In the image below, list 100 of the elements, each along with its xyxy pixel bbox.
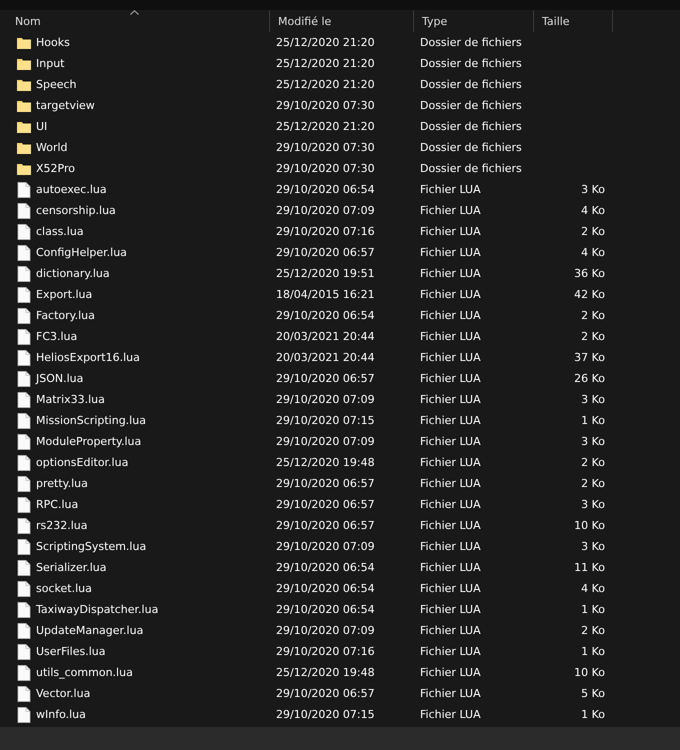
file-type: Dossier de fichiers (420, 120, 522, 133)
modified-date: 29/10/2020 06:57 (276, 477, 375, 490)
file-name[interactable]: UI (36, 120, 48, 133)
file-size: 1 Ko (581, 414, 605, 427)
file-type: Dossier de fichiers (420, 99, 522, 112)
file-name[interactable]: ModuleProperty.lua (36, 435, 142, 448)
file-name[interactable]: wInfo.lua (36, 708, 86, 721)
file-name[interactable]: Serializer.lua (36, 561, 107, 574)
column-header[interactable]: Type (414, 10, 534, 32)
file-name[interactable]: TaxiwayDispatcher.lua (36, 603, 158, 616)
file-type: Fichier LUA (420, 561, 481, 574)
file-icon (17, 202, 31, 218)
modified-date: 29/10/2020 07:15 (276, 708, 375, 721)
file-name[interactable]: ConfigHelper.lua (36, 246, 127, 259)
file-icon (17, 182, 31, 198)
file-type: Fichier LUA (420, 540, 481, 553)
file-name[interactable]: Factory.lua (36, 309, 95, 322)
file-size: 1 Ko (581, 603, 605, 616)
file-type: Fichier LUA (420, 309, 481, 322)
file-icon (17, 538, 31, 554)
file-name[interactable]: World (36, 141, 68, 154)
modified-date: 29/10/2020 07:09 (276, 204, 375, 217)
modified-date: 29/10/2020 07:09 (276, 393, 375, 406)
file-name[interactable]: dictionary.lua (36, 267, 110, 280)
file-name[interactable]: JSON.lua (36, 372, 84, 385)
file-name[interactable]: Matrix33.lua (36, 393, 105, 406)
modified-date: 29/10/2020 06:57 (276, 519, 375, 532)
file-type: Fichier LUA (420, 414, 481, 427)
column-header[interactable]: Nom (0, 10, 270, 32)
column-header[interactable]: Taille (534, 10, 613, 32)
modified-date: 29/10/2020 07:30 (276, 141, 375, 154)
file-size: 10 Ko (574, 519, 605, 532)
file-name[interactable]: UpdateManager.lua (36, 624, 144, 637)
column-header[interactable]: Modifié le (270, 10, 414, 32)
file-name[interactable]: MissionScripting.lua (36, 414, 146, 427)
file-size: 4 Ko (581, 582, 605, 595)
file-icon (17, 496, 31, 512)
file-name[interactable]: HeliosExport16.lua (36, 351, 140, 364)
file-name[interactable]: FC3.lua (36, 330, 78, 343)
file-icon (17, 560, 31, 576)
modified-date: 29/10/2020 06:57 (276, 498, 375, 511)
file-icon (17, 434, 31, 450)
file-name[interactable]: class.lua (36, 225, 84, 238)
file-type: Fichier LUA (420, 288, 481, 301)
file-type: Fichier LUA (420, 225, 481, 238)
file-size: 10 Ko (574, 666, 605, 679)
modified-date: 25/12/2020 21:20 (276, 36, 375, 49)
file-size: 1 Ko (581, 708, 605, 721)
file-name[interactable]: autoexec.lua (36, 183, 107, 196)
file-size: 2 Ko (581, 309, 605, 322)
file-size: 4 Ko (581, 246, 605, 259)
file-name[interactable]: censorship.lua (36, 204, 116, 217)
file-icon (17, 244, 31, 260)
file-type: Dossier de fichiers (420, 141, 522, 154)
modified-date: 29/10/2020 07:16 (276, 645, 375, 658)
file-name[interactable]: pretty.lua (36, 477, 88, 490)
file-size: 5 Ko (581, 687, 605, 700)
file-icon (17, 580, 31, 596)
file-size: 2 Ko (581, 456, 605, 469)
file-name[interactable]: rs232.lua (36, 519, 88, 532)
file-name[interactable]: Speech (36, 78, 77, 91)
modified-date: 29/10/2020 06:54 (276, 582, 375, 595)
file-type: Fichier LUA (420, 267, 481, 280)
modified-date: 29/10/2020 07:15 (276, 414, 375, 427)
modified-date: 29/10/2020 06:54 (276, 183, 375, 196)
file-name[interactable]: targetview (36, 99, 95, 112)
file-name[interactable]: optionsEditor.lua (36, 456, 128, 469)
modified-date: 29/10/2020 06:54 (276, 561, 375, 574)
modified-date: 29/10/2020 07:09 (276, 540, 375, 553)
file-name[interactable]: Export.lua (36, 288, 92, 301)
file-type: Fichier LUA (420, 477, 481, 490)
file-name[interactable]: socket.lua (36, 582, 92, 595)
modified-date: 29/10/2020 07:30 (276, 99, 375, 112)
file-type: Fichier LUA (420, 582, 481, 595)
file-name[interactable]: utils_common.lua (36, 666, 133, 679)
file-icon (17, 518, 31, 534)
file-name[interactable]: Input (36, 57, 64, 70)
file-icon (17, 286, 31, 302)
file-name[interactable]: X52Pro (36, 162, 75, 175)
file-icon (17, 328, 31, 344)
file-name[interactable]: Vector.lua (36, 687, 90, 700)
file-size: 4 Ko (581, 204, 605, 217)
file-name[interactable]: Hooks (36, 36, 70, 49)
modified-date: 20/03/2021 20:44 (276, 330, 375, 343)
file-type: Fichier LUA (420, 330, 481, 343)
file-name[interactable]: UserFiles.lua (36, 645, 106, 658)
modified-date: 29/10/2020 06:57 (276, 246, 375, 259)
file-size: 3 Ko (581, 393, 605, 406)
modified-date: 29/10/2020 06:54 (276, 309, 375, 322)
file-size: 2 Ko (581, 225, 605, 238)
file-type: Fichier LUA (420, 183, 481, 196)
modified-date: 25/12/2020 21:20 (276, 57, 375, 70)
modified-date: 29/10/2020 06:54 (276, 603, 375, 616)
file-size: 3 Ko (581, 183, 605, 196)
file-type: Fichier LUA (420, 624, 481, 637)
file-icon (17, 686, 31, 702)
file-type: Fichier LUA (420, 498, 481, 511)
file-name[interactable]: ScriptingSystem.lua (36, 540, 146, 553)
file-name[interactable]: RPC.lua (36, 498, 78, 511)
file-icon (17, 644, 31, 660)
